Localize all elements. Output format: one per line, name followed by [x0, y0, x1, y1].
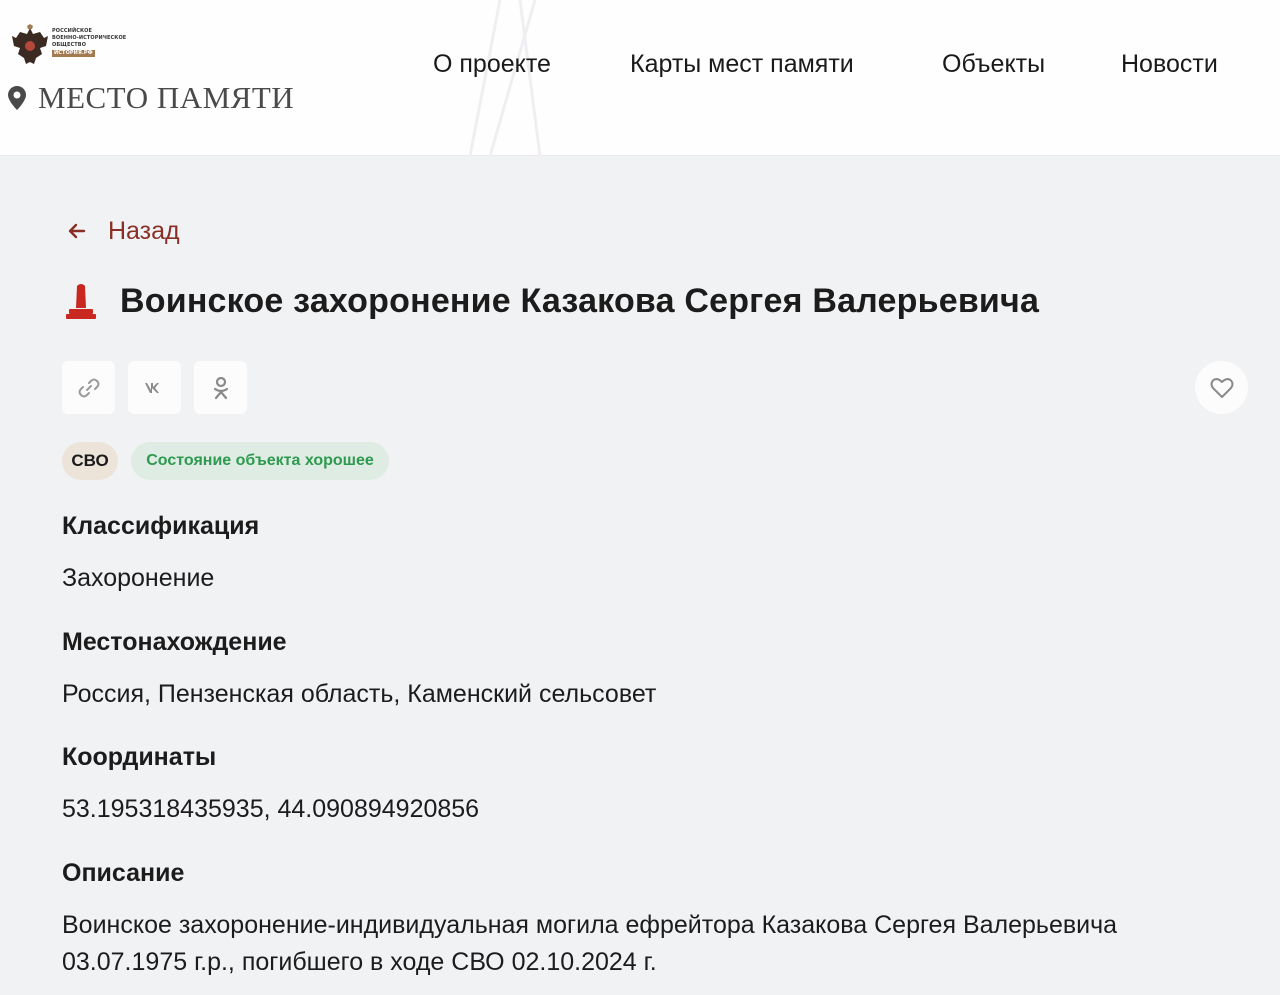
nav-link-about[interactable]: О проекте	[433, 50, 551, 86]
org-name-line: общество	[52, 42, 87, 48]
status-badge: Состояние объекта хорошее	[131, 442, 389, 480]
nav-link-maps[interactable]: Карты мест памяти	[630, 50, 854, 86]
location-value: Россия, Пензенская область, Каменский се…	[62, 680, 657, 708]
coordinates-label: Координаты	[62, 743, 217, 771]
org-tag: история.рф	[52, 50, 95, 57]
copy-link-button[interactable]	[62, 361, 115, 414]
heart-icon	[1210, 377, 1233, 398]
classification-label: Классификация	[62, 512, 260, 540]
share-vk-button[interactable]	[128, 361, 181, 414]
favorite-button[interactable]	[1195, 361, 1248, 414]
coordinates-value: 53.195318435935, 44.090894920856	[62, 795, 480, 823]
nav-link-objects[interactable]: Объекты	[942, 50, 1045, 86]
category-badge: СВО	[62, 442, 118, 480]
location-label: Местонахождение	[62, 628, 287, 656]
page-title-row: Воинское захоронение Казакова Сергея Вал…	[64, 278, 1039, 324]
site-name: МЕСТО ПАМЯТИ	[38, 80, 295, 115]
eagle-emblem-icon	[12, 24, 48, 64]
page-title: Воинское захоронение Казакова Сергея Вал…	[120, 281, 1040, 320]
share-ok-button[interactable]	[194, 361, 247, 414]
map-pin-icon	[8, 86, 26, 110]
description-value: Воинское захоронение-индивидуальная моги…	[62, 911, 1118, 976]
back-link[interactable]: Назад	[66, 214, 180, 248]
arrow-left-icon	[68, 223, 86, 239]
monument-icon	[66, 284, 96, 319]
org-name-line: военно-историческое	[52, 35, 127, 41]
nav-link-news[interactable]: Новости	[1121, 50, 1218, 86]
site-header: Российское военно-историческое общество …	[0, 0, 1280, 156]
classification-value: Захоронение	[62, 564, 215, 592]
site-title-row[interactable]: МЕСТО ПАМЯТИ	[8, 80, 294, 116]
vk-icon	[144, 382, 159, 393]
link-icon	[78, 378, 99, 397]
description-label: Описание	[62, 859, 185, 887]
org-name-line: Российское	[52, 28, 93, 34]
org-name: Российское военно-историческое общество …	[52, 28, 132, 57]
ok-icon	[213, 376, 228, 399]
back-label: Назад	[108, 216, 180, 245]
